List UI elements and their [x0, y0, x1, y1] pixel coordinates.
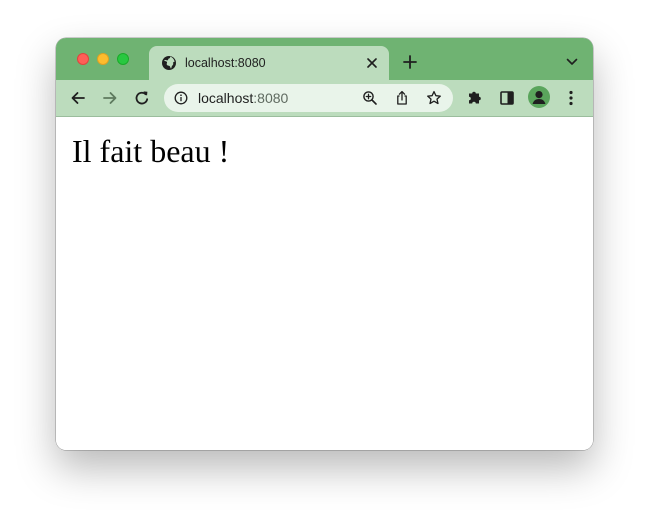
browser-window: localhost:8080 localhost:8080 Il fait be… [56, 38, 593, 450]
reload-icon [135, 91, 149, 105]
tab-title: localhost:8080 [185, 56, 266, 70]
profile-button[interactable] [528, 86, 550, 108]
tab-localhost[interactable]: localhost:8080 [149, 46, 389, 80]
address-bar[interactable]: localhost:8080 [164, 84, 453, 112]
side-panel-button[interactable] [496, 87, 518, 109]
forward-button[interactable] [99, 87, 121, 109]
page-heading: Il fait beau ! [72, 133, 230, 169]
chevron-down-icon [566, 58, 578, 65]
tab-strip: localhost:8080 [56, 38, 593, 80]
info-icon[interactable] [174, 91, 188, 105]
page-content: Il fait beau ! [56, 117, 593, 450]
profile-icon [532, 91, 546, 104]
side-panel-icon [500, 91, 514, 105]
extensions-button[interactable] [464, 87, 486, 109]
close-window-button[interactable] [77, 53, 89, 65]
url-port: :8080 [253, 90, 289, 106]
close-tab-icon[interactable] [363, 54, 381, 72]
address-url[interactable]: localhost:8080 [198, 90, 288, 106]
url-host: localhost [198, 90, 254, 106]
arrow-left-icon [71, 92, 85, 104]
tab-search-button[interactable] [563, 53, 581, 71]
globe-icon [161, 55, 177, 71]
plus-icon [403, 55, 417, 69]
star-icon[interactable] [425, 89, 443, 107]
zoom-icon[interactable] [361, 89, 379, 107]
menu-button[interactable] [560, 87, 582, 109]
arrow-right-icon [103, 92, 117, 104]
back-button[interactable] [67, 87, 89, 109]
kebab-menu-icon [569, 90, 573, 106]
minimize-window-button[interactable] [97, 53, 109, 65]
toolbar: localhost:8080 [56, 80, 593, 117]
reload-button[interactable] [131, 87, 153, 109]
puzzle-icon [469, 91, 481, 104]
zoom-window-button[interactable] [117, 53, 129, 65]
new-tab-button[interactable] [400, 52, 420, 72]
share-icon[interactable] [393, 89, 411, 107]
